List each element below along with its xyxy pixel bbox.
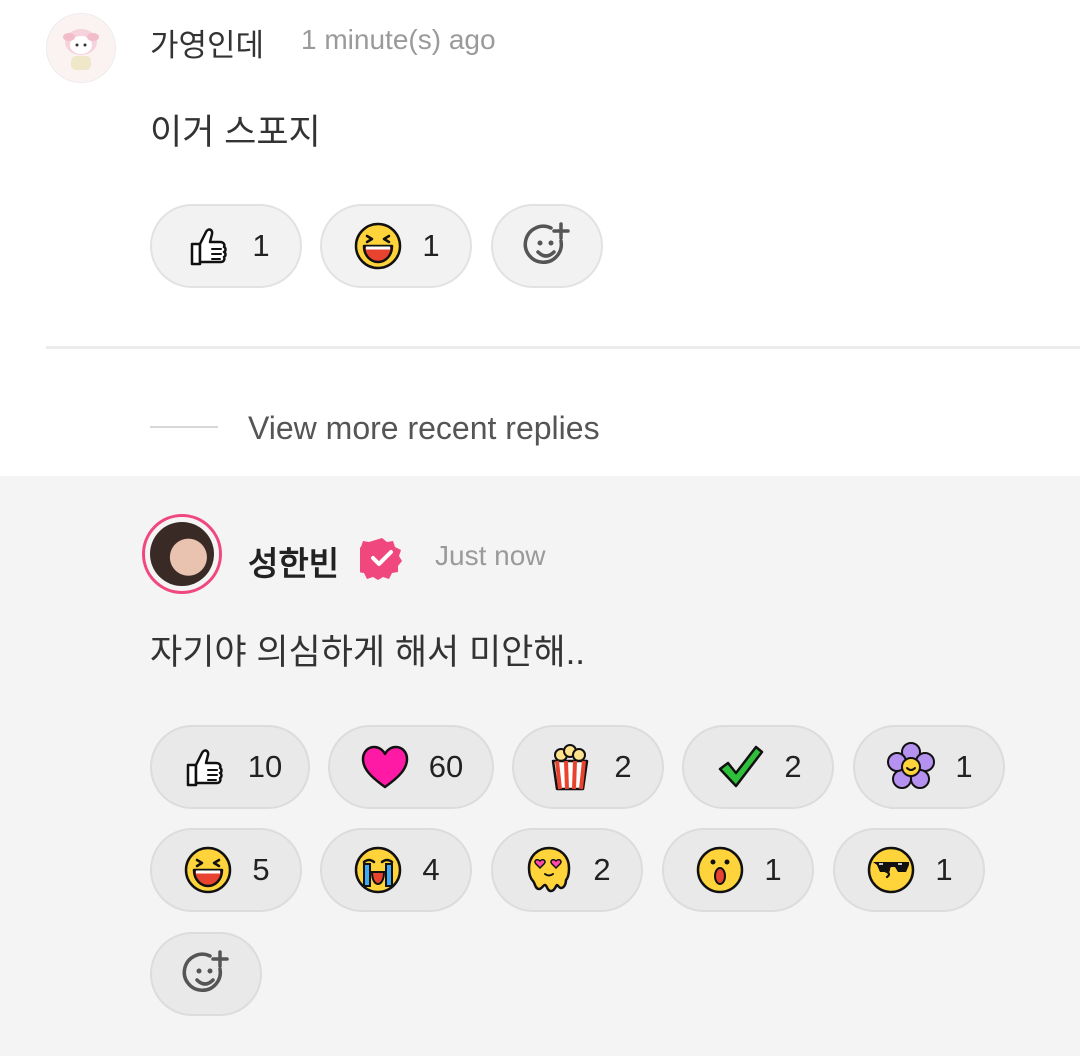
flower-emoji-icon (887, 742, 936, 789)
timestamp: Just now (435, 540, 546, 571)
popcorn-emoji-icon (552, 744, 589, 791)
melting-heart-eyes-emoji-icon (528, 846, 571, 893)
add-reaction-button[interactable] (150, 932, 262, 1016)
username[interactable]: 가영인데 (150, 20, 264, 65)
view-more-replies-link[interactable]: View more recent replies (248, 410, 600, 447)
reaction-thumbs-up[interactable]: 1 (150, 204, 302, 288)
crying-emoji-icon (355, 846, 402, 894)
comment: 가영인데 1 minute(s) ago 이거 스포지 1 1 View mor… (0, 0, 1080, 476)
add-reaction-icon (523, 222, 570, 265)
reaction-surprised[interactable]: 1 (662, 828, 814, 912)
user-avatar-image (150, 522, 214, 586)
reaction-count: 4 (422, 852, 440, 887)
reply-text: 자기야 의심하게 해서 미안해.. (150, 633, 586, 672)
reaction-count: 1 (252, 228, 270, 263)
laughing-emoji-icon (185, 846, 232, 894)
avatar[interactable] (142, 514, 222, 594)
reaction-melting-heart-eyes[interactable]: 2 (491, 828, 643, 912)
checkmark-emoji-icon (719, 745, 764, 788)
reaction-count: 2 (784, 749, 802, 784)
thumbs-up-emoji-icon (191, 228, 228, 266)
reaction-count: 1 (935, 852, 953, 887)
reaction-flower[interactable]: 1 (853, 725, 1005, 809)
reaction-laughing[interactable]: 5 (150, 828, 302, 912)
reaction-checkmark[interactable]: 2 (682, 725, 834, 809)
reaction-sunglasses-kiss[interactable]: 1 (833, 828, 985, 912)
username[interactable]: 성한빈 (248, 537, 339, 585)
reaction-heart[interactable]: 60 (328, 725, 494, 809)
avatar[interactable] (46, 13, 116, 83)
heart-emoji-icon (361, 745, 408, 789)
reaction-laughing[interactable]: 1 (320, 204, 472, 288)
thumbs-up-emoji-icon (186, 749, 223, 787)
add-reaction-button[interactable] (491, 204, 603, 288)
reaction-popcorn[interactable]: 2 (512, 725, 664, 809)
verified-badge-icon (360, 538, 402, 580)
user-avatar-image (47, 14, 115, 82)
reaction-count: 2 (593, 852, 611, 887)
reaction-count: 1 (955, 749, 973, 784)
reaction-crying[interactable]: 4 (320, 828, 472, 912)
sunglasses-kiss-emoji-icon (868, 846, 915, 894)
reaction-count: 5 (252, 852, 270, 887)
laughing-emoji-icon (355, 222, 402, 270)
divider (46, 346, 1080, 349)
reaction-count: 1 (422, 228, 440, 263)
comment-text: 이거 스포지 (150, 113, 321, 152)
reaction-count: 1 (764, 852, 782, 887)
reaction-thumbs-up[interactable]: 10 (150, 725, 310, 809)
surprised-emoji-icon (697, 846, 744, 894)
add-reaction-icon (182, 950, 229, 993)
reaction-count: 60 (428, 749, 464, 784)
reaction-count: 10 (247, 749, 283, 784)
reaction-count: 2 (614, 749, 632, 784)
view-more-line (150, 426, 218, 428)
timestamp: 1 minute(s) ago (301, 24, 496, 55)
